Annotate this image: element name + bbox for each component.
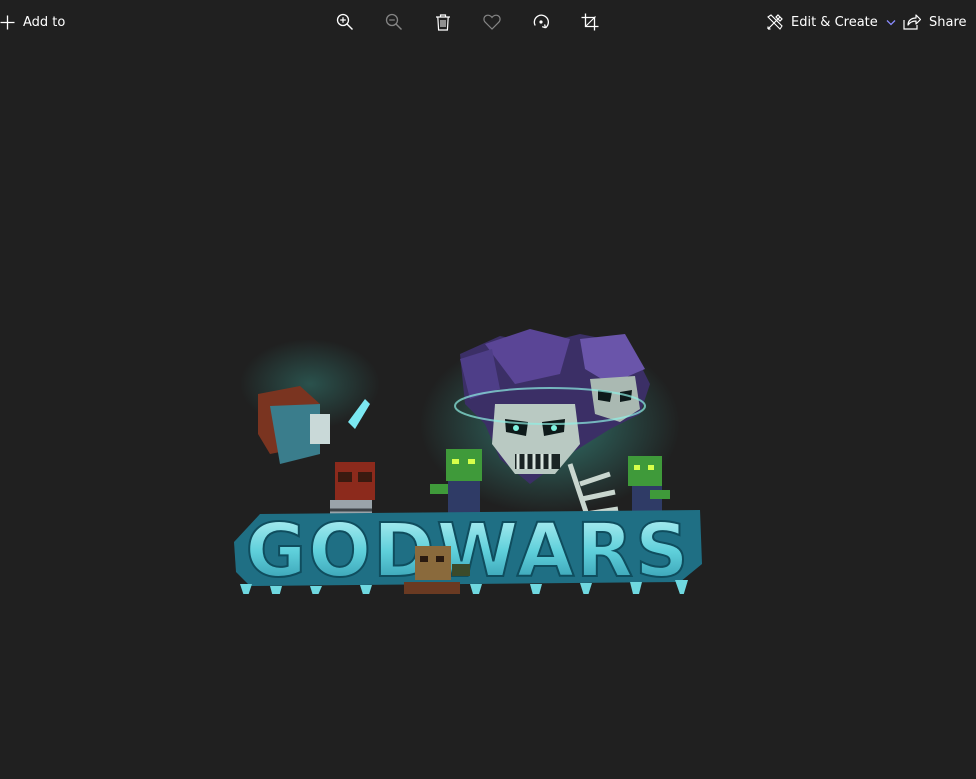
- plus-icon: [0, 15, 15, 30]
- zoom-in-icon: [336, 13, 354, 31]
- edit-create-icon: [766, 13, 784, 31]
- zoom-out-icon: [385, 13, 403, 31]
- edit-create-button[interactable]: Edit & Create: [766, 6, 896, 38]
- trash-icon: [435, 13, 451, 31]
- photos-app-window: Add to Edit & Create Share GODWARS: [0, 0, 976, 779]
- heart-icon: [483, 14, 501, 30]
- rotate-button[interactable]: [525, 6, 557, 38]
- crop-button[interactable]: [574, 6, 606, 38]
- ice-logo-text: GODWARS: [234, 507, 702, 608]
- delete-button[interactable]: [427, 6, 459, 38]
- zoom-in-button[interactable]: [329, 6, 361, 38]
- share-icon: [903, 14, 921, 30]
- add-to-button[interactable]: Add to: [0, 6, 66, 38]
- edit-create-label: Edit & Create: [791, 14, 878, 30]
- svg-text:GODWARS: GODWARS: [246, 508, 691, 594]
- image-viewer[interactable]: GODWARS: [0, 44, 976, 779]
- top-toolbar: Add to Edit & Create Share: [0, 0, 976, 44]
- zoom-out-button[interactable]: [378, 6, 410, 38]
- share-button[interactable]: Share: [903, 6, 967, 38]
- crop-icon: [581, 13, 599, 31]
- rotate-icon: [532, 13, 550, 31]
- favorite-button[interactable]: [476, 6, 508, 38]
- add-to-label: Add to: [23, 14, 66, 30]
- share-label: Share: [929, 14, 967, 30]
- chevron-down-icon: [886, 19, 896, 26]
- godwars-logo-image: GODWARS: [230, 314, 706, 608]
